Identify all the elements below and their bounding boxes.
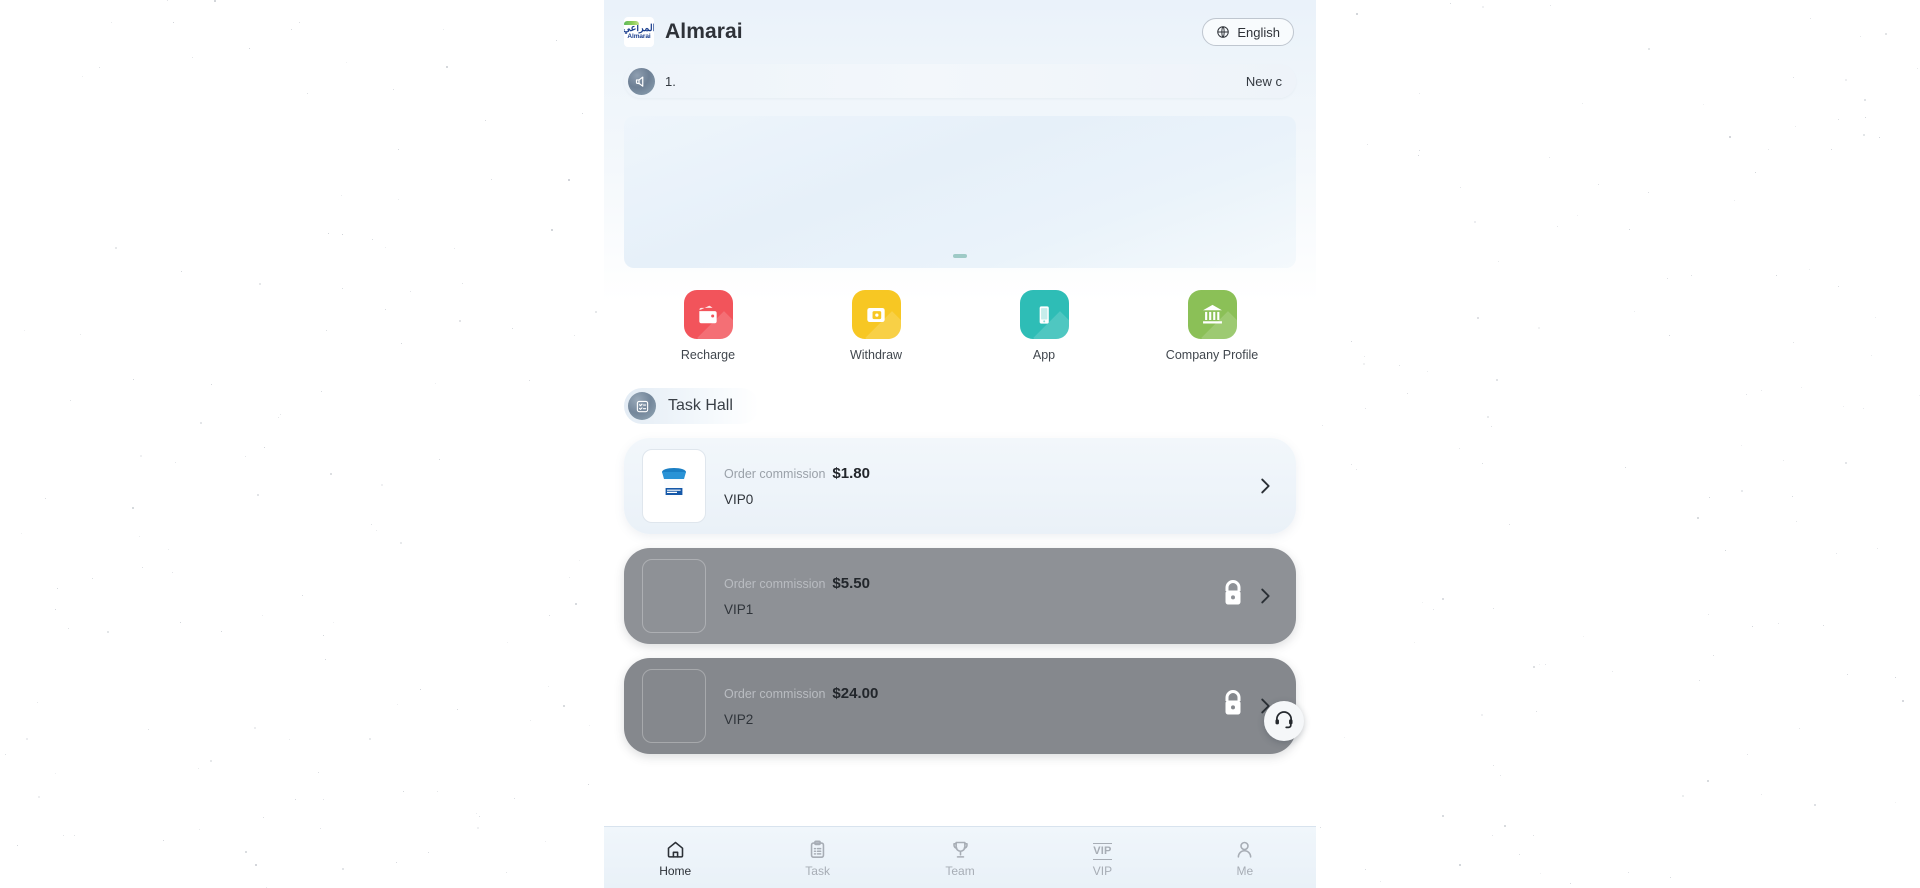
- vip-card-info: Order commission $24.00 VIP2: [724, 685, 1218, 727]
- vip-card-row[interactable]: Order commission $24.00 VIP2: [624, 658, 1296, 754]
- app-header: المراعي Almarai Almarai English: [604, 0, 1316, 64]
- vip-commission-value: $5.50: [832, 575, 870, 592]
- quick-action-withdraw[interactable]: Withdraw: [792, 290, 960, 362]
- notice-index: 1.: [665, 73, 676, 89]
- vip-level-label: VIP2: [724, 712, 754, 727]
- nav-item-me[interactable]: Me: [1174, 838, 1316, 878]
- almarai-logo-icon: المراعي Almarai: [624, 17, 654, 47]
- vip-badge-icon: VIP: [1093, 838, 1112, 860]
- wallet-icon: [683, 290, 733, 339]
- nav-item-task[interactable]: Task: [746, 838, 888, 878]
- vip-commission-label: Order commission: [724, 687, 826, 701]
- notice-marquee-bar[interactable]: 1. New c: [624, 64, 1296, 98]
- customer-support-button[interactable]: [1264, 701, 1304, 741]
- vip-card-row[interactable]: Order commission $5.50 VIP1: [624, 548, 1296, 644]
- vip-card-row[interactable]: Order commission $1.80 VIP0: [624, 438, 1296, 534]
- globe-icon: [1216, 25, 1230, 39]
- language-label: English: [1237, 24, 1280, 40]
- quick-action-label: Recharge: [680, 348, 736, 362]
- vip-badge-glyph: VIP: [1093, 842, 1112, 860]
- megaphone-icon: [628, 67, 655, 95]
- banner-pagination-dots[interactable]: [953, 254, 967, 258]
- trophy-icon: [950, 838, 971, 860]
- nav-label: Team: [945, 863, 975, 878]
- withdraw-card-icon: [851, 290, 901, 339]
- nav-label: Home: [659, 863, 692, 878]
- language-selector-button[interactable]: English: [1202, 18, 1294, 46]
- page-root: المراعي Almarai Almarai English 1. New c…: [0, 0, 1920, 888]
- lock-icon: [1218, 687, 1248, 726]
- mobile-app-icon: [1019, 290, 1069, 339]
- logo-latin-text: Almarai: [627, 33, 651, 40]
- vip-locked-thumb-placeholder: [642, 559, 706, 633]
- quick-actions-grid: Recharge Withdraw App Company Profile: [624, 290, 1296, 362]
- person-icon: [1234, 838, 1255, 860]
- quick-action-recharge[interactable]: Recharge: [624, 290, 792, 362]
- mobile-app-viewport: المراعي Almarai Almarai English 1. New c…: [604, 0, 1316, 888]
- vip-commission-value: $24.00: [832, 685, 879, 702]
- vip-commission-value: $1.80: [832, 465, 870, 482]
- chevron-right-icon[interactable]: [1254, 475, 1276, 497]
- quick-action-label: App: [1032, 348, 1056, 362]
- quick-action-company-profile[interactable]: Company Profile: [1128, 290, 1296, 362]
- vip-locked-thumb-placeholder: [642, 669, 706, 743]
- notice-text: New c: [1245, 73, 1282, 89]
- brand: المراعي Almarai Almarai: [624, 17, 743, 47]
- vip-commission-label: Order commission: [724, 467, 826, 481]
- task-hall-title: Task Hall: [668, 397, 733, 414]
- clipboard-icon: [807, 838, 828, 860]
- vip-level-label: VIP1: [724, 602, 754, 617]
- yogurt-tub-product-image: [642, 449, 706, 523]
- promo-banner-carousel[interactable]: [624, 116, 1296, 268]
- vip-card-info: Order commission $1.80 VIP0: [724, 465, 1254, 507]
- vip-commission-label: Order commission: [724, 577, 826, 591]
- vip-commission-row: Order commission $24.00: [724, 685, 1218, 702]
- quick-action-label: Company Profile: [1165, 348, 1259, 362]
- nav-label: Me: [1236, 863, 1254, 878]
- home-icon: [665, 838, 686, 860]
- nav-item-vip[interactable]: VIP VIP: [1031, 838, 1173, 878]
- headset-icon: [1273, 708, 1295, 735]
- bank-building-icon: [1187, 290, 1237, 339]
- bottom-navigation-bar: Home Task Team VIP VIP Me: [604, 826, 1316, 888]
- page-title: Almarai: [665, 20, 743, 43]
- nav-item-home[interactable]: Home: [604, 838, 746, 878]
- nav-label: Task: [805, 863, 830, 878]
- logo-arabic-text: المراعي: [624, 20, 654, 34]
- vip-level-label: VIP0: [724, 492, 754, 507]
- banner-dot[interactable]: [953, 254, 967, 258]
- checklist-icon: [628, 392, 656, 420]
- chevron-right-icon[interactable]: [1254, 585, 1276, 607]
- vip-commission-row: Order commission $5.50: [724, 575, 1218, 592]
- nav-item-team[interactable]: Team: [889, 838, 1031, 878]
- lock-icon: [1218, 577, 1248, 616]
- vip-task-list: Order commission $1.80 VIP0 Order commis…: [604, 438, 1316, 754]
- quick-action-label: Withdraw: [849, 348, 903, 362]
- vip-commission-row: Order commission $1.80: [724, 465, 1254, 482]
- vip-card-info: Order commission $5.50 VIP1: [724, 575, 1218, 617]
- nav-label: VIP: [1092, 863, 1113, 878]
- task-hall-section-header: Task Hall: [624, 388, 759, 424]
- quick-action-app[interactable]: App: [960, 290, 1128, 362]
